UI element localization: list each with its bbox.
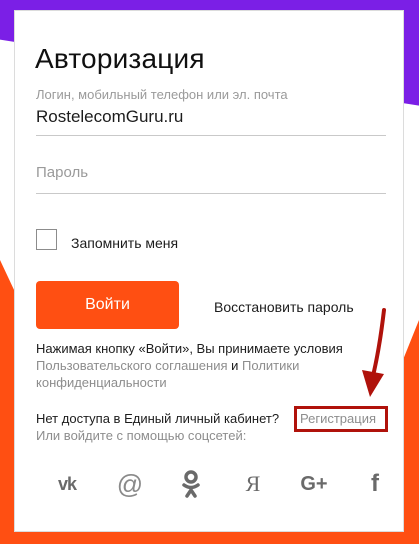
mail-icon[interactable]: @ bbox=[113, 467, 147, 501]
password-input[interactable]: Пароль bbox=[36, 164, 88, 181]
odnoklassniki-icon[interactable] bbox=[174, 467, 208, 501]
google-plus-icon[interactable]: G+ bbox=[294, 467, 334, 501]
mail-icon-glyph: @ bbox=[116, 468, 144, 499]
google-plus-icon-glyph: G+ bbox=[300, 472, 328, 495]
user-agreement-link[interactable]: Пользовательского соглашения bbox=[36, 358, 228, 373]
remember-label[interactable]: Запомнить меня bbox=[71, 235, 178, 251]
auth-card: Авторизация Логин, мобильный телефон или… bbox=[14, 10, 404, 532]
facebook-icon[interactable]: f bbox=[358, 467, 392, 501]
restore-password-link[interactable]: Восстановить пароль bbox=[214, 299, 354, 315]
terms-text: Нажимая кнопку «Войти», Вы принимаете ус… bbox=[36, 340, 386, 391]
yandex-icon-glyph: Я bbox=[245, 471, 261, 496]
vk-icon-glyph: vk bbox=[57, 473, 77, 494]
yandex-icon[interactable]: Я bbox=[236, 467, 270, 501]
odnoklassniki-icon-svg bbox=[182, 470, 200, 498]
login-input[interactable]: RostelecomGuru.ru bbox=[36, 107, 183, 127]
no-access-text: Нет доступа в Единый личный кабинет? bbox=[36, 411, 280, 426]
page-title: Авторизация bbox=[35, 43, 205, 74]
login-field-label: Логин, мобильный телефон или эл. почта bbox=[36, 87, 288, 102]
remember-checkbox[interactable] bbox=[36, 229, 57, 250]
terms-intro: Нажимая кнопку «Войти», Вы принимаете ус… bbox=[36, 341, 343, 356]
vk-icon[interactable]: vk bbox=[50, 467, 84, 501]
social-login-label: Или войдите с помощью соцсетей: bbox=[36, 428, 247, 443]
password-underline bbox=[36, 193, 386, 194]
login-button[interactable]: Войти bbox=[36, 281, 179, 329]
registration-link[interactable]: Регистрация bbox=[300, 411, 376, 426]
facebook-icon-glyph: f bbox=[371, 470, 379, 497]
terms-and: и bbox=[231, 358, 239, 373]
login-underline bbox=[36, 135, 386, 136]
social-icons-row: vk @ Я G+ f bbox=[36, 467, 386, 501]
